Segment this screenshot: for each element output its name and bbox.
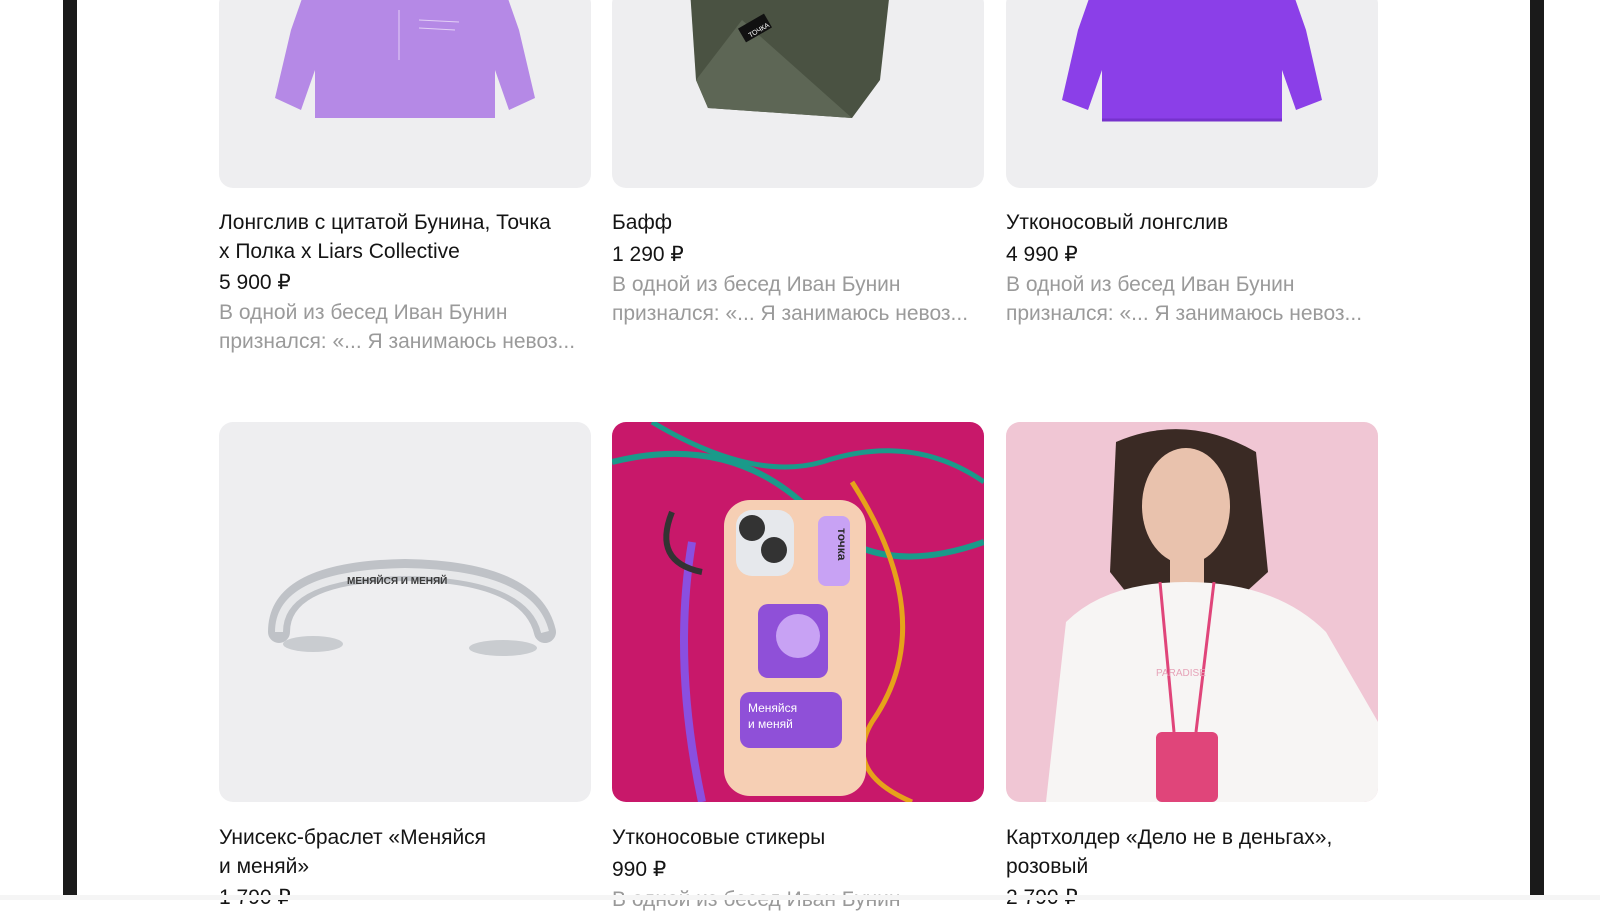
lilac-longsleeve-image[interactable] [219, 0, 591, 188]
bracelet-image[interactable]: МЕНЯЙСЯ И МЕНЯЙ [219, 422, 591, 802]
device-frame-right [1530, 0, 1544, 900]
product-title[interactable]: Картхолдер «Дело не в деньгах», розовый [1006, 823, 1378, 881]
sticker-tochka-label: точка [835, 528, 849, 561]
product-price: 4 990 ₽ [1006, 243, 1078, 266]
product-title[interactable]: Бафф [612, 208, 984, 237]
product-description: В одной из бесед Иван Бунин признался: «… [1006, 273, 1363, 325]
buff-image[interactable]: ТОЧКА [612, 0, 984, 188]
product-price: 1 290 ₽ [612, 243, 684, 266]
product-title[interactable]: Унисекс-браслет «Меняйся и меняй» [219, 823, 591, 881]
viewport-bottom-edge [0, 895, 1600, 900]
product-title[interactable]: Лонгслив с цитатой Бунина, Точка х Полка… [219, 208, 591, 266]
shirt-print: PARADISE [1156, 668, 1206, 679]
bracelet-engraving: МЕНЯЙСЯ И МЕНЯЙ [347, 574, 447, 587]
product-title[interactable]: Утконосовый лонгслив [1006, 208, 1378, 237]
product-price: 5 900 ₽ [219, 271, 291, 294]
phone-stickers-image[interactable]: точка Меняйся и меняй [612, 422, 984, 802]
violet-longsleeve-image[interactable] [1006, 0, 1378, 188]
product-price: 990 ₽ [612, 858, 667, 881]
sticker-text-line2: и меняй [748, 717, 793, 731]
product-description: В одной из бесед Иван Бунин признался: «… [612, 273, 969, 325]
sticker-text-line1: Меняйся [748, 701, 797, 715]
device-frame-left [63, 0, 77, 900]
product-description: В одной из бесед Иван Бунин признался: «… [219, 301, 576, 353]
cardholder-model-image[interactable]: PARADISE [1006, 422, 1378, 802]
product-title[interactable]: Утконосовые стикеры [612, 823, 984, 852]
